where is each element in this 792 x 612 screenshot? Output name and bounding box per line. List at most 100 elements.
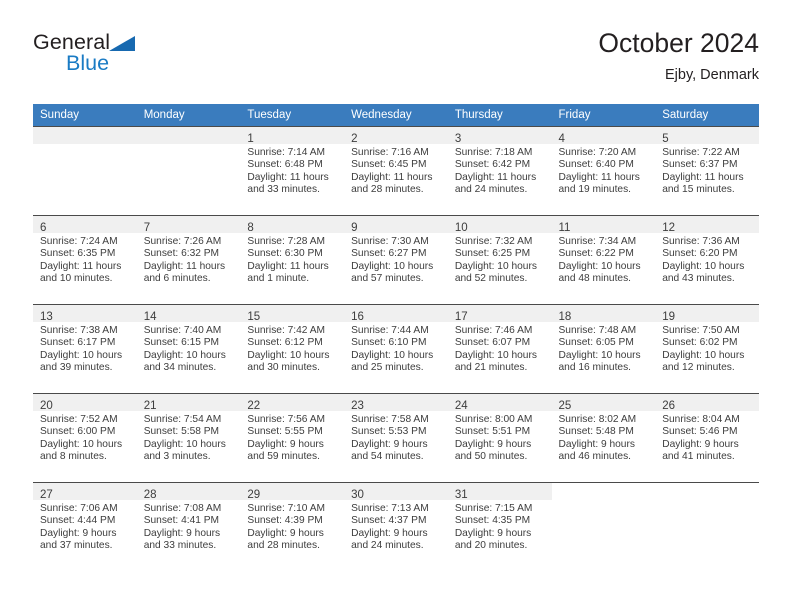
calendar-day[interactable]: 10 Sunrise: 7:32 AM Sunset: 6:25 PM Dayligh… <box>447 215 552 304</box>
calendar-day[interactable]: 16 Sunrise: 7:44 AM Sunset: 6:10 PM Dayligh… <box>344 304 448 393</box>
daylight-duration-line1: Daylight: 11 hours <box>40 260 122 272</box>
day-details: Sunrise: 7:42 AM Sunset: 6:12 PM Daylight:… <box>240 322 344 375</box>
day-number-bar <box>655 483 759 500</box>
day-number-bar: 17 <box>447 305 552 323</box>
day-details: Sunrise: 7:32 AM Sunset: 6:25 PM Daylight:… <box>448 233 552 286</box>
daylight-duration-line2: and 8 minutes. <box>40 451 107 463</box>
calendar-day-empty <box>136 126 241 215</box>
day-details: Sunrise: 8:02 AM Sunset: 5:48 PM Daylight:… <box>552 411 656 464</box>
sunset-time: Sunset: 6:05 PM <box>558 337 634 349</box>
daylight-duration-line2: and 1 minute. <box>247 273 310 285</box>
calendar-cell: 28 Sunrise: 7:08 AM Sunset: 4:41 PM Dayligh… <box>136 482 241 571</box>
calendar-day-empty <box>33 126 137 215</box>
calendar-cell: 30 Sunrise: 7:13 AM Sunset: 4:37 PM Dayligh… <box>344 482 448 571</box>
calendar-day[interactable]: 30 Sunrise: 7:13 AM Sunset: 4:37 PM Dayligh… <box>344 482 448 571</box>
calendar-day[interactable]: 18 Sunrise: 7:48 AM Sunset: 6:05 PM Dayligh… <box>551 304 656 393</box>
sunset-time: Sunset: 6:22 PM <box>558 248 634 260</box>
daylight-duration-line2: and 20 minutes. <box>454 540 528 552</box>
calendar-day[interactable]: 6 Sunrise: 7:24 AM Sunset: 6:35 PM Daylight… <box>33 215 137 304</box>
daylight-duration-line2: and 30 minutes. <box>247 362 320 374</box>
day-number-bar <box>551 483 656 500</box>
day-number: 15 <box>247 311 261 323</box>
calendar-day[interactable]: 17 Sunrise: 7:46 AM Sunset: 6:07 PM Dayligh… <box>447 304 552 393</box>
brand-logo[interactable]: General Blue <box>33 30 293 74</box>
day-number-bar: 19 <box>655 305 759 323</box>
calendar-day[interactable]: 26 Sunrise: 8:04 AM Sunset: 5:46 PM Dayligh… <box>655 393 759 482</box>
calendar-cell: 14 Sunrise: 7:40 AM Sunset: 6:15 PM Dayligh… <box>136 304 241 393</box>
daylight-duration-line1: Daylight: 10 hours <box>454 349 537 361</box>
day-number: 8 <box>247 222 254 234</box>
page-title: October 2024 <box>598 28 759 58</box>
calendar-day[interactable]: 5 Sunrise: 7:22 AM Sunset: 6:37 PM Daylight… <box>655 126 759 215</box>
sunset-time: Sunset: 5:53 PM <box>351 426 427 438</box>
day-number-bar: 2 <box>344 127 448 145</box>
calendar-day[interactable]: 25 Sunrise: 8:02 AM Sunset: 5:48 PM Dayligh… <box>551 393 656 482</box>
sunset-time: Sunset: 6:35 PM <box>40 248 116 260</box>
sunset-time: Sunset: 6:00 PM <box>40 426 116 438</box>
calendar-day[interactable]: 7 Sunrise: 7:26 AM Sunset: 6:32 PM Daylight… <box>136 215 241 304</box>
calendar-day[interactable]: 21 Sunrise: 7:54 AM Sunset: 5:58 PM Dayligh… <box>136 393 241 482</box>
sunset-time: Sunset: 6:45 PM <box>351 159 427 171</box>
calendar-day[interactable]: 12 Sunrise: 7:36 AM Sunset: 6:20 PM Dayligh… <box>655 215 759 304</box>
calendar-day[interactable]: 2 Sunrise: 7:16 AM Sunset: 6:45 PM Daylight… <box>344 126 448 215</box>
day-number-bar: 18 <box>551 305 656 323</box>
day-number: 21 <box>143 400 157 412</box>
day-number: 24 <box>454 400 468 412</box>
calendar-day[interactable]: 22 Sunrise: 7:56 AM Sunset: 5:55 PM Dayligh… <box>240 393 345 482</box>
daylight-duration-line2: and 6 minutes. <box>143 273 211 285</box>
daylight-duration-line1: Daylight: 10 hours <box>40 438 123 450</box>
calendar-day[interactable]: 15 Sunrise: 7:42 AM Sunset: 6:12 PM Dayligh… <box>240 304 345 393</box>
calendar-day[interactable]: 27 Sunrise: 7:06 AM Sunset: 4:44 PM Dayligh… <box>33 482 137 571</box>
calendar-cell: 5 Sunrise: 7:22 AM Sunset: 6:37 PM Daylight… <box>655 126 759 215</box>
calendar-page: General Blue October 2024 Ejby, Denmark … <box>0 0 792 612</box>
calendar-day[interactable]: 4 Sunrise: 7:20 AM Sunset: 6:40 PM Daylight… <box>551 126 656 215</box>
sunrise-time: Sunrise: 7:34 AM <box>558 236 637 247</box>
calendar-day[interactable]: 9 Sunrise: 7:30 AM Sunset: 6:27 PM Daylight… <box>344 215 448 304</box>
calendar-day[interactable]: 20 Sunrise: 7:52 AM Sunset: 6:00 PM Dayligh… <box>33 393 137 482</box>
calendar-day[interactable]: 28 Sunrise: 7:08 AM Sunset: 4:41 PM Dayligh… <box>136 482 241 571</box>
day-details: Sunrise: 7:48 AM Sunset: 6:05 PM Daylight:… <box>552 322 656 375</box>
daylight-duration-line2: and 39 minutes. <box>40 362 113 374</box>
page-subtitle-location: Ejby, Denmark <box>664 67 759 83</box>
day-number: 12 <box>662 222 676 234</box>
daylight-duration-line2: and 12 minutes. <box>662 362 735 374</box>
day-details: Sunrise: 8:04 AM Sunset: 5:46 PM Daylight:… <box>655 411 759 464</box>
calendar-day[interactable]: 13 Sunrise: 7:38 AM Sunset: 6:17 PM Dayligh… <box>33 304 137 393</box>
sunset-time: Sunset: 6:48 PM <box>247 159 323 171</box>
title-block: October 2024 Ejby, Denmark <box>598 26 759 86</box>
calendar-day[interactable]: 23 Sunrise: 7:58 AM Sunset: 5:53 PM Dayligh… <box>344 393 448 482</box>
calendar-day[interactable]: 24 Sunrise: 8:00 AM Sunset: 5:51 PM Dayligh… <box>447 393 552 482</box>
daylight-duration-line1: Daylight: 11 hours <box>143 260 226 272</box>
sunset-time: Sunset: 4:44 PM <box>40 515 116 527</box>
calendar-week-row: 13 Sunrise: 7:38 AM Sunset: 6:17 PM Dayligh… <box>33 304 759 393</box>
daylight-duration-line2: and 33 minutes. <box>247 184 320 196</box>
calendar-day[interactable]: 14 Sunrise: 7:40 AM Sunset: 6:15 PM Dayligh… <box>136 304 241 393</box>
sunrise-time: Sunrise: 7:10 AM <box>247 503 325 514</box>
calendar-cell: 29 Sunrise: 7:10 AM Sunset: 4:39 PM Dayligh… <box>240 482 345 571</box>
calendar-day[interactable]: 31 Sunrise: 7:15 AM Sunset: 4:35 PM Dayligh… <box>447 482 552 571</box>
daylight-duration-line1: Daylight: 9 hours <box>454 438 532 450</box>
calendar-day[interactable]: 8 Sunrise: 7:28 AM Sunset: 6:30 PM Daylight… <box>240 215 345 304</box>
day-number: 29 <box>247 489 261 501</box>
calendar-day[interactable]: 3 Sunrise: 7:18 AM Sunset: 6:42 PM Daylight… <box>447 126 552 215</box>
daylight-duration-line1: Daylight: 10 hours <box>454 260 537 272</box>
day-number: 13 <box>40 311 53 323</box>
day-details: Sunrise: 8:00 AM Sunset: 5:51 PM Daylight:… <box>448 411 552 464</box>
sunset-time: Sunset: 6:32 PM <box>143 248 220 260</box>
calendar-day[interactable]: 1 Sunrise: 7:14 AM Sunset: 6:48 PM Daylight… <box>240 126 345 215</box>
calendar-table: Sunday Monday Tuesday Wednesday Thursday… <box>33 104 759 571</box>
sunset-time: Sunset: 5:51 PM <box>454 426 531 438</box>
day-number: 6 <box>40 222 47 234</box>
calendar-day[interactable]: 11 Sunrise: 7:34 AM Sunset: 6:22 PM Dayligh… <box>551 215 656 304</box>
day-number-bar: 22 <box>240 394 345 412</box>
calendar-cell: 16 Sunrise: 7:44 AM Sunset: 6:10 PM Dayligh… <box>344 304 448 393</box>
calendar-body: 1 Sunrise: 7:14 AM Sunset: 6:48 PM Daylight… <box>33 126 759 571</box>
day-number-bar: 13 <box>33 305 137 323</box>
sunrise-time: Sunrise: 7:50 AM <box>662 325 740 336</box>
calendar-day[interactable]: 19 Sunrise: 7:50 AM Sunset: 6:02 PM Dayligh… <box>655 304 759 393</box>
calendar-week-row: 20 Sunrise: 7:52 AM Sunset: 6:00 PM Dayligh… <box>33 393 759 482</box>
calendar-day[interactable]: 29 Sunrise: 7:10 AM Sunset: 4:39 PM Dayligh… <box>240 482 345 571</box>
day-details: Sunrise: 7:46 AM Sunset: 6:07 PM Daylight:… <box>448 322 552 375</box>
daylight-duration-line2: and 48 minutes. <box>558 273 632 285</box>
day-number: 19 <box>662 311 676 323</box>
